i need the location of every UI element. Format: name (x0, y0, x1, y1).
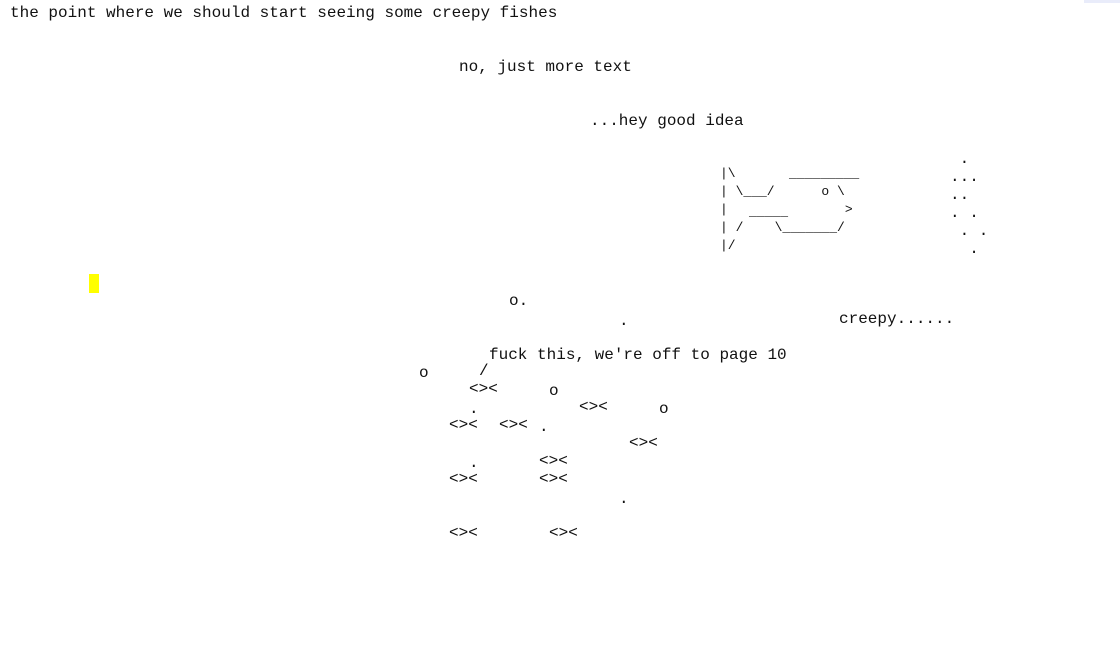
dot-3: . (539, 418, 549, 436)
dot-1: . (619, 312, 629, 330)
big-fish-row-5: |/ (720, 238, 884, 253)
text-line-creepy-fishes: the point where we should start seeing s… (10, 4, 558, 22)
bubble-o-dot: o. (509, 292, 529, 310)
small-fish-4: <>< (499, 416, 528, 434)
text-line-more-text: no, just more text (459, 58, 632, 76)
side-dots-2: ... (950, 168, 979, 186)
text-line-good-idea: ...hey good idea (590, 112, 744, 130)
big-fish-row-3: | > (720, 202, 884, 217)
dot-5: . (619, 490, 629, 508)
side-dots-3: .. (950, 186, 970, 204)
side-dots-1: . (950, 150, 970, 168)
small-fish-3: <>< (449, 416, 478, 434)
small-fish-7: <>< (449, 470, 478, 488)
big-fish-top-line: _________ (789, 166, 860, 181)
small-fish-8: <>< (539, 470, 568, 488)
window-corner-tab (1084, 0, 1120, 3)
text-line-creepy: creepy...... (839, 310, 955, 328)
side-dots-4: . . (950, 204, 979, 222)
small-fish-6: <>< (539, 452, 568, 470)
side-dots-6: . (950, 240, 979, 258)
big-fish-row-4: | / \_______/ (720, 220, 884, 235)
text-cursor[interactable] (89, 274, 99, 293)
bubble-1: o (419, 364, 429, 382)
small-fish-10: <>< (549, 524, 578, 542)
text-line-page-10: fuck this, we're off to page 10 (489, 346, 787, 364)
big-fish-row-2: | \___/ o \ (720, 184, 884, 199)
bubble-2: o (549, 382, 559, 400)
small-fish-1: <>< (469, 380, 498, 398)
small-fish-5: <>< (629, 434, 658, 452)
small-fish-9: <>< (449, 524, 478, 542)
small-fish-2: <>< (579, 398, 608, 416)
bubble-3: o (659, 400, 669, 418)
side-dots-5: . . (950, 222, 989, 240)
fishing-line-slash: / (479, 362, 489, 380)
